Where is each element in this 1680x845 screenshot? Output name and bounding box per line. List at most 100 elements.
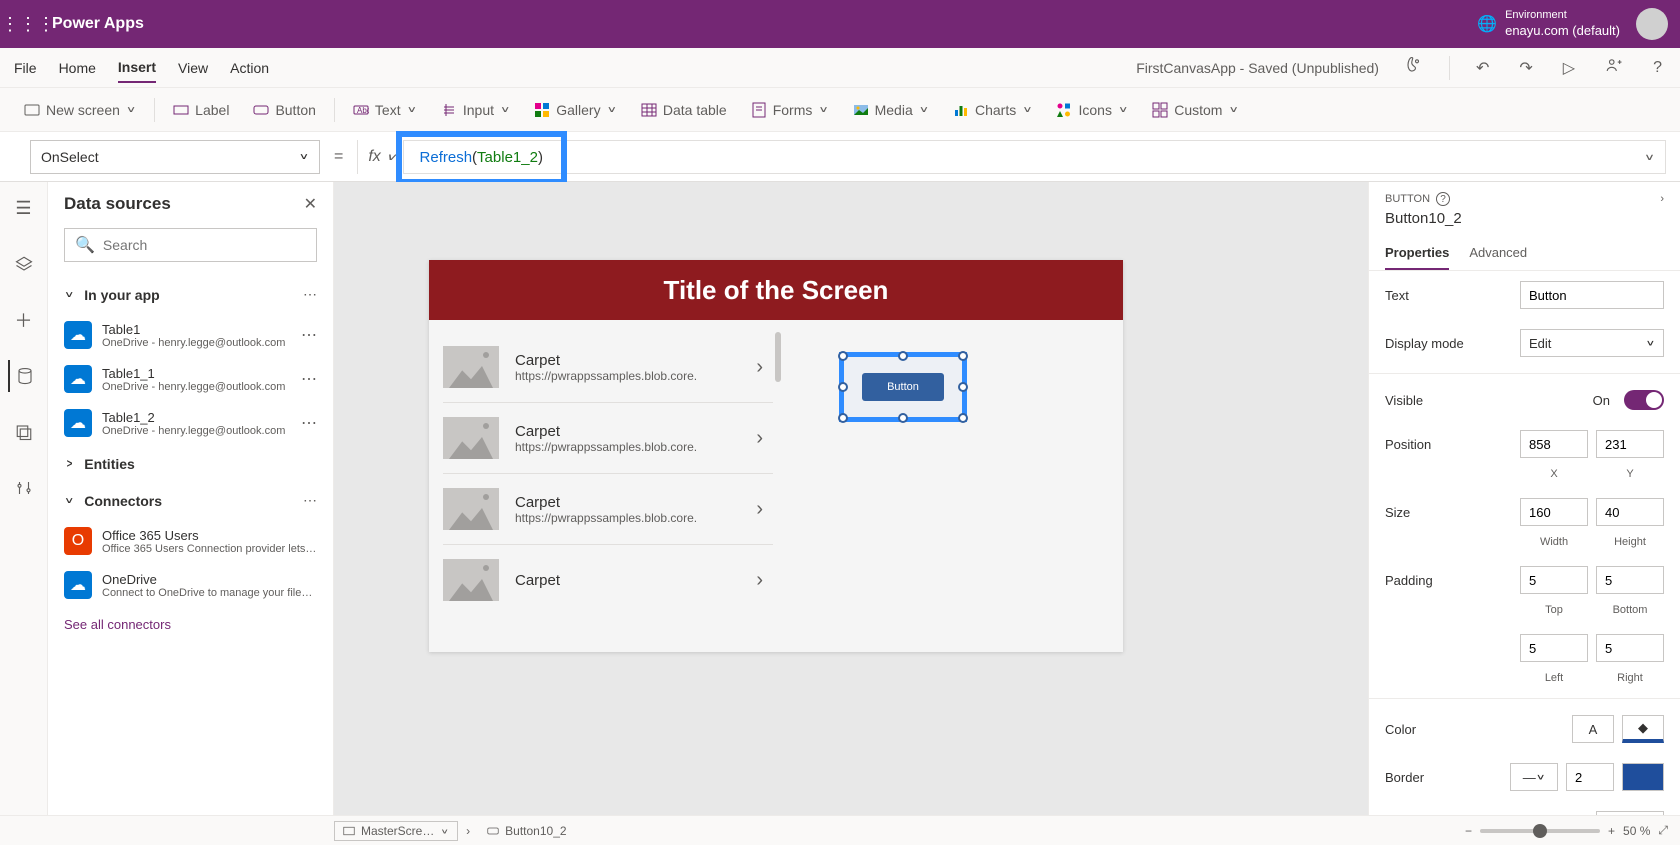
gallery-dropdown[interactable]: Gallery∨ bbox=[524, 95, 627, 124]
more-icon[interactable]: ⋯ bbox=[301, 325, 317, 345]
menu-action[interactable]: Action bbox=[230, 54, 269, 82]
section-connectors[interactable]: ∨ Connectors ⋯ bbox=[48, 482, 333, 519]
width-input[interactable] bbox=[1520, 498, 1588, 526]
help-icon[interactable]: ? bbox=[1649, 59, 1666, 77]
selected-button-control[interactable]: Button bbox=[839, 352, 967, 422]
data-table-button[interactable]: Data table bbox=[631, 96, 737, 124]
app-checker-icon[interactable] bbox=[1401, 56, 1427, 79]
zoom-slider[interactable] bbox=[1480, 829, 1600, 833]
environment-icon[interactable]: 🌐 bbox=[1477, 14, 1497, 34]
pos-y-input[interactable] bbox=[1596, 430, 1664, 458]
formula-expand-icon[interactable]: ∨ bbox=[1644, 151, 1655, 162]
resize-handle[interactable] bbox=[898, 351, 908, 361]
resize-handle[interactable] bbox=[898, 413, 908, 423]
gallery-item[interactable]: Carpethttps://pwrappssamples.blob.core. … bbox=[443, 403, 773, 474]
resize-handle[interactable] bbox=[838, 382, 848, 392]
padding-bottom-input[interactable] bbox=[1596, 566, 1664, 594]
media-panel-icon[interactable] bbox=[8, 416, 40, 448]
menu-insert[interactable]: Insert bbox=[118, 53, 156, 83]
breadcrumb-element[interactable]: Button10_2 bbox=[478, 821, 575, 841]
add-icon[interactable]: ＋ bbox=[8, 304, 40, 336]
more-icon[interactable]: ⋯ bbox=[301, 413, 317, 433]
chevron-right-icon[interactable]: › bbox=[756, 569, 763, 592]
data-source-item[interactable]: ☁ Table1OneDrive - henry.legge@outlook.c… bbox=[48, 313, 333, 357]
app-screen[interactable]: Title of the Screen Carpethttps://pwrapp… bbox=[429, 260, 1123, 652]
see-all-connectors-link[interactable]: See all connectors bbox=[48, 607, 333, 642]
custom-dropdown[interactable]: Custom∨ bbox=[1142, 95, 1248, 124]
menu-view[interactable]: View bbox=[178, 54, 208, 82]
input-dropdown[interactable]: Input∨ bbox=[431, 95, 520, 124]
padding-top-input[interactable] bbox=[1520, 566, 1588, 594]
prop-displaymode-select[interactable]: Edit∨ bbox=[1520, 329, 1664, 357]
gallery-item[interactable]: Carpet › bbox=[443, 545, 773, 615]
button-button[interactable]: Button bbox=[243, 96, 325, 124]
chevron-right-icon[interactable]: › bbox=[756, 427, 763, 450]
data-icon[interactable] bbox=[8, 360, 40, 392]
chevron-right-icon[interactable]: › bbox=[756, 356, 763, 379]
charts-dropdown[interactable]: Charts∨ bbox=[943, 95, 1042, 124]
button-preview[interactable]: Button bbox=[862, 373, 944, 401]
data-source-item[interactable]: ☁ Table1_2OneDrive - henry.legge@outlook… bbox=[48, 401, 333, 445]
gallery-control[interactable]: Carpethttps://pwrappssamples.blob.core. … bbox=[443, 332, 773, 615]
more-icon[interactable]: ⋯ bbox=[301, 369, 317, 389]
resize-handle[interactable] bbox=[838, 413, 848, 423]
label-button[interactable]: Label bbox=[163, 96, 239, 124]
icons-dropdown[interactable]: Icons∨ bbox=[1046, 95, 1138, 124]
media-dropdown[interactable]: Media∨ bbox=[843, 95, 939, 124]
border-width-input[interactable] bbox=[1566, 763, 1614, 791]
text-dropdown[interactable]: Abc Text∨ bbox=[343, 95, 427, 124]
environment-switcher[interactable]: Environment enayu.com (default) bbox=[1505, 8, 1620, 39]
resize-handle[interactable] bbox=[838, 351, 848, 361]
waffle-icon[interactable]: ⋮⋮⋮ bbox=[12, 8, 44, 40]
breadcrumb-screen[interactable]: MasterScre… ∨ bbox=[334, 821, 458, 841]
tab-properties[interactable]: Properties bbox=[1385, 237, 1449, 270]
chevron-right-icon[interactable]: › bbox=[756, 498, 763, 521]
resize-handle[interactable] bbox=[958, 382, 968, 392]
connector-item[interactable]: O Office 365 UsersOffice 365 Users Conne… bbox=[48, 519, 333, 563]
share-icon[interactable] bbox=[1601, 56, 1627, 79]
border-style-select[interactable]: — ∨ bbox=[1510, 763, 1558, 791]
pos-x-input[interactable] bbox=[1520, 430, 1588, 458]
play-icon[interactable]: ▷ bbox=[1559, 58, 1579, 78]
tools-icon[interactable] bbox=[8, 472, 40, 504]
undo-icon[interactable]: ↶ bbox=[1472, 58, 1493, 78]
menu-home[interactable]: Home bbox=[59, 54, 96, 82]
layers-icon[interactable] bbox=[8, 248, 40, 280]
canvas-area[interactable]: Title of the Screen Carpethttps://pwrapp… bbox=[334, 182, 1368, 815]
help-icon[interactable]: ? bbox=[1436, 192, 1450, 206]
data-source-item[interactable]: ☁ Table1_1OneDrive - henry.legge@outlook… bbox=[48, 357, 333, 401]
chevron-right-icon[interactable]: › bbox=[1660, 193, 1664, 205]
connector-item[interactable]: ☁ OneDriveConnect to OneDrive to manage … bbox=[48, 563, 333, 607]
new-screen-button[interactable]: New screen∨ bbox=[14, 95, 146, 124]
close-icon[interactable]: ✕ bbox=[304, 194, 317, 214]
zoom-handle[interactable] bbox=[1533, 824, 1547, 838]
search-input[interactable]: 🔍 bbox=[64, 228, 317, 262]
scrollbar[interactable] bbox=[775, 332, 781, 382]
resize-handle[interactable] bbox=[958, 413, 968, 423]
font-color-button[interactable]: A bbox=[1572, 715, 1614, 743]
forms-dropdown[interactable]: Forms∨ bbox=[741, 95, 839, 124]
padding-left-input[interactable] bbox=[1520, 634, 1588, 662]
more-icon[interactable]: ⋯ bbox=[303, 492, 317, 509]
zoom-out-icon[interactable]: − bbox=[1465, 824, 1472, 838]
tree-view-icon[interactable]: ☰ bbox=[8, 192, 40, 224]
gallery-item[interactable]: Carpethttps://pwrappssamples.blob.core. … bbox=[443, 474, 773, 545]
fit-to-window-icon[interactable]: ⤢ bbox=[1658, 823, 1668, 838]
formula-input[interactable]: Refresh(Table1_2) ∨ bbox=[403, 140, 1666, 174]
padding-right-input[interactable] bbox=[1596, 634, 1664, 662]
more-icon[interactable]: ⋯ bbox=[303, 286, 317, 303]
section-entities[interactable]: ∨ Entities bbox=[48, 445, 333, 482]
height-input[interactable] bbox=[1596, 498, 1664, 526]
property-selector[interactable]: OnSelect ∨ bbox=[30, 140, 320, 174]
resize-handle[interactable] bbox=[958, 351, 968, 361]
prop-text-input[interactable] bbox=[1520, 281, 1664, 309]
fill-color-button[interactable]: ◆ bbox=[1622, 715, 1664, 743]
visible-toggle[interactable] bbox=[1624, 390, 1664, 410]
border-color-swatch[interactable] bbox=[1622, 763, 1664, 791]
user-avatar[interactable] bbox=[1636, 8, 1668, 40]
gallery-item[interactable]: Carpethttps://pwrappssamples.blob.core. … bbox=[443, 332, 773, 403]
redo-icon[interactable]: ↷ bbox=[1515, 58, 1536, 78]
tab-advanced[interactable]: Advanced bbox=[1469, 237, 1527, 270]
zoom-in-icon[interactable]: + bbox=[1608, 824, 1615, 838]
border-radius-input[interactable] bbox=[1596, 811, 1664, 815]
